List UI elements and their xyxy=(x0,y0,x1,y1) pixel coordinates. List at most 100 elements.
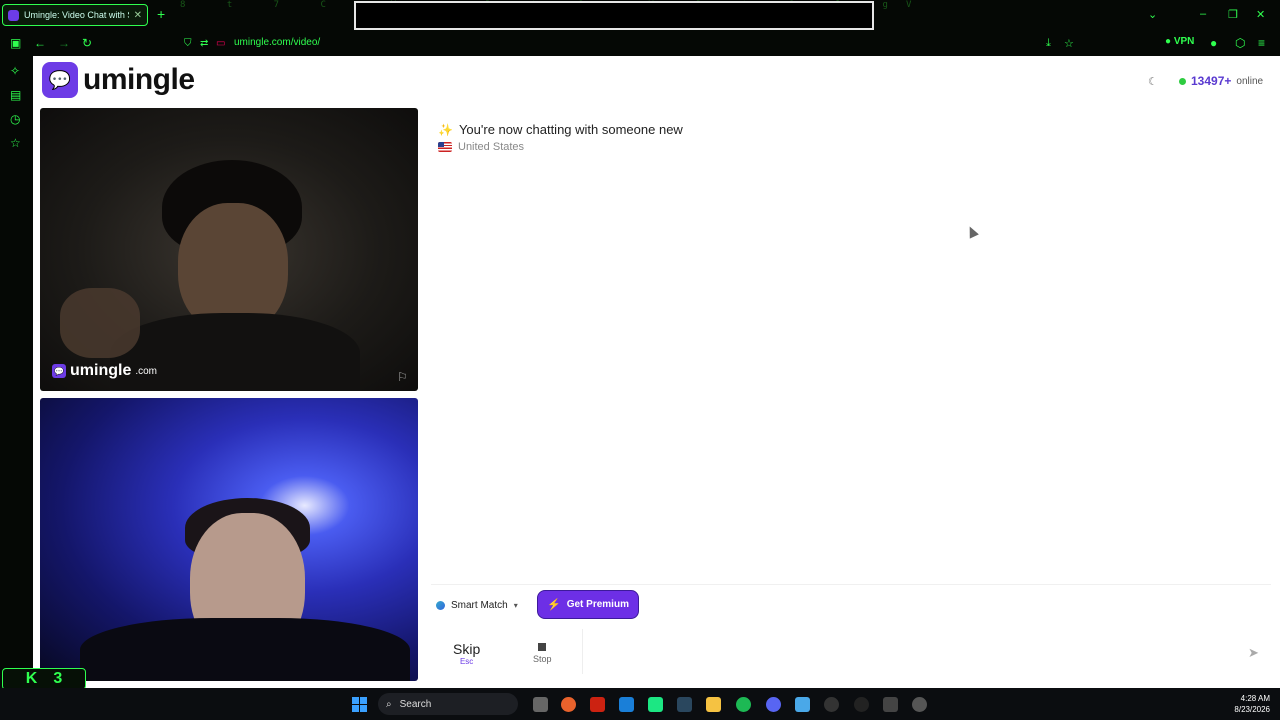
bookmark-star-icon[interactable]: ☆ xyxy=(1064,37,1074,50)
us-flag-icon xyxy=(438,142,452,152)
kick-badge: K 3 xyxy=(2,668,86,690)
close-tab-icon[interactable]: ✕ xyxy=(134,10,142,21)
reload-icon[interactable]: ↻ xyxy=(82,36,92,50)
windows-start-icon[interactable] xyxy=(352,697,367,712)
notice-line: ✨ You're now chatting with someone new xyxy=(438,122,683,137)
amd-icon[interactable] xyxy=(590,697,605,712)
extensions-icon[interactable]: ⬡ xyxy=(1235,36,1245,50)
file-explorer-icon[interactable] xyxy=(706,697,721,712)
skip-button[interactable]: Skip Esc xyxy=(453,641,480,666)
task-view-icon[interactable] xyxy=(533,697,548,712)
windows-taskbar xyxy=(0,688,1280,720)
watermark-domain: .com xyxy=(135,365,158,377)
web-page: 💬 umingle ☾ 13497+ online 💬 umingle .com… xyxy=(33,56,1280,688)
stranger-hand xyxy=(60,288,140,358)
browser-sidebar: ✧ ▤ ◷ ☆ xyxy=(0,56,33,688)
game-icon[interactable] xyxy=(883,697,898,712)
report-flag-icon[interactable]: ⚐ xyxy=(397,370,408,384)
online-count: 13497+ xyxy=(1191,74,1232,88)
tab-title: Umingle: Video Chat with Stran xyxy=(24,10,129,20)
skip-hint: Esc xyxy=(459,657,474,666)
back-icon[interactable]: ← xyxy=(34,36,46,50)
country-text: United States xyxy=(458,141,525,153)
browser-tab-active[interactable]: Umingle: Video Chat with Stran ✕ xyxy=(2,4,148,26)
clock-date: 8/23/2026 xyxy=(1234,705,1270,714)
sidebar-toggle-icon[interactable]: ▣ xyxy=(10,36,21,50)
globe-icon xyxy=(436,601,445,610)
country-line: United States xyxy=(438,141,683,153)
address-bar: ▣ ← → ↻ ⛉ ⇄ ▭ ⤓ ☆ ● ⬡ ≡ xyxy=(0,30,1280,56)
steam-icon[interactable] xyxy=(677,697,692,712)
get-premium-button[interactable]: ⚡ Get Premium xyxy=(537,590,639,619)
umingle-favicon-icon xyxy=(8,9,19,21)
obs-icon[interactable] xyxy=(854,697,869,712)
history-icon[interactable]: ◷ xyxy=(10,112,20,126)
watermark-name: umingle xyxy=(70,362,132,379)
message-input[interactable] xyxy=(582,629,1262,674)
discord-icon[interactable] xyxy=(766,697,781,712)
watermark-logo-icon: 💬 xyxy=(52,364,66,378)
stranger-video: 💬 umingle .com ⚐ xyxy=(40,108,418,391)
close-window-icon[interactable]: ✕ xyxy=(1256,8,1265,21)
chevron-down-icon: ▾ xyxy=(513,601,518,610)
vpn-label: VPN xyxy=(1173,36,1195,47)
stop-button[interactable]: Stop xyxy=(533,643,552,664)
camera-icon[interactable]: ▭ xyxy=(216,38,225,49)
site-settings-icon[interactable]: ⇄ xyxy=(200,38,208,49)
shield-icon[interactable]: ⛉ xyxy=(184,38,192,49)
ai-sparkle-icon[interactable]: ✧ xyxy=(10,64,20,78)
menu-icon[interactable]: ≡ xyxy=(1258,36,1265,50)
smart-match-label: Smart Match xyxy=(451,600,508,611)
minimize-icon[interactable]: – xyxy=(1200,8,1206,20)
badge-left: K xyxy=(25,670,38,687)
online-counter: 13497+ online xyxy=(1179,74,1263,88)
chevron-down-icon[interactable]: ⌄ xyxy=(1148,8,1157,21)
chat-divider xyxy=(431,584,1271,585)
forward-icon[interactable]: → xyxy=(58,36,70,50)
hulu-icon[interactable] xyxy=(648,697,663,712)
lightning-icon: ⚡ xyxy=(547,599,561,611)
chat-controls: Skip Esc Stop ➤ xyxy=(431,627,1271,679)
stop-label: Stop xyxy=(533,654,552,664)
spotify-icon[interactable] xyxy=(736,697,751,712)
smart-match-dropdown[interactable]: Smart Match ▾ xyxy=(436,600,518,611)
browser-titlebar: 8 t 7 C gV ι J t 8 gV J t 8 l gV Umingle… xyxy=(0,0,1280,30)
chat-bubble-icon: 💬 xyxy=(42,62,78,98)
search-icon: ⌕ xyxy=(386,698,392,710)
system-clock[interactable]: 4:28 AM 8/23/2026 xyxy=(1226,693,1270,715)
sparkle-icon: ✨ xyxy=(438,122,453,137)
premium-label: Get Premium xyxy=(566,599,629,610)
self-video xyxy=(40,398,418,681)
clock-time: 4:28 AM xyxy=(1240,694,1270,703)
ubisoft-icon[interactable] xyxy=(824,697,839,712)
self-body xyxy=(80,618,410,681)
dark-mode-toggle-icon[interactable]: ☾ xyxy=(1148,75,1158,88)
title-search-box[interactable] xyxy=(354,1,874,30)
notice-text: You're now chatting with someone new xyxy=(458,122,683,137)
stop-icon xyxy=(538,643,547,651)
taskbar-search[interactable]: ⌕ Search xyxy=(378,693,518,715)
taskbar-search-label: Search xyxy=(399,698,432,710)
skip-label: Skip xyxy=(453,641,481,657)
new-tab-icon[interactable]: + xyxy=(157,6,165,22)
vpn-badge[interactable]: ● VPN xyxy=(1165,36,1194,47)
online-dot-icon xyxy=(1179,77,1186,85)
online-label: online xyxy=(1236,75,1264,87)
logo-text: umingle xyxy=(83,63,195,96)
app-icon[interactable] xyxy=(912,697,927,712)
send-icon[interactable]: ➤ xyxy=(1248,645,1259,661)
outlook-icon[interactable] xyxy=(619,697,634,712)
badge-right: 3 xyxy=(53,670,63,687)
site-logo[interactable]: 💬 umingle xyxy=(42,62,195,98)
chat-notice: ✨ You're now chatting with someone new U… xyxy=(438,122,683,153)
apps-icon[interactable] xyxy=(795,697,810,712)
profile-icon[interactable]: ● xyxy=(1210,36,1217,50)
favorites-icon[interactable]: ☆ xyxy=(10,136,21,150)
url-text[interactable]: umingle.com/video/ xyxy=(234,37,320,48)
restore-icon[interactable]: ❐ xyxy=(1228,8,1238,21)
firefox-icon[interactable] xyxy=(561,697,576,712)
notes-icon[interactable]: ▤ xyxy=(10,88,21,102)
mouse-cursor-icon xyxy=(965,224,979,239)
download-icon[interactable]: ⤓ xyxy=(1046,37,1051,50)
video-watermark: 💬 umingle .com xyxy=(52,362,157,380)
